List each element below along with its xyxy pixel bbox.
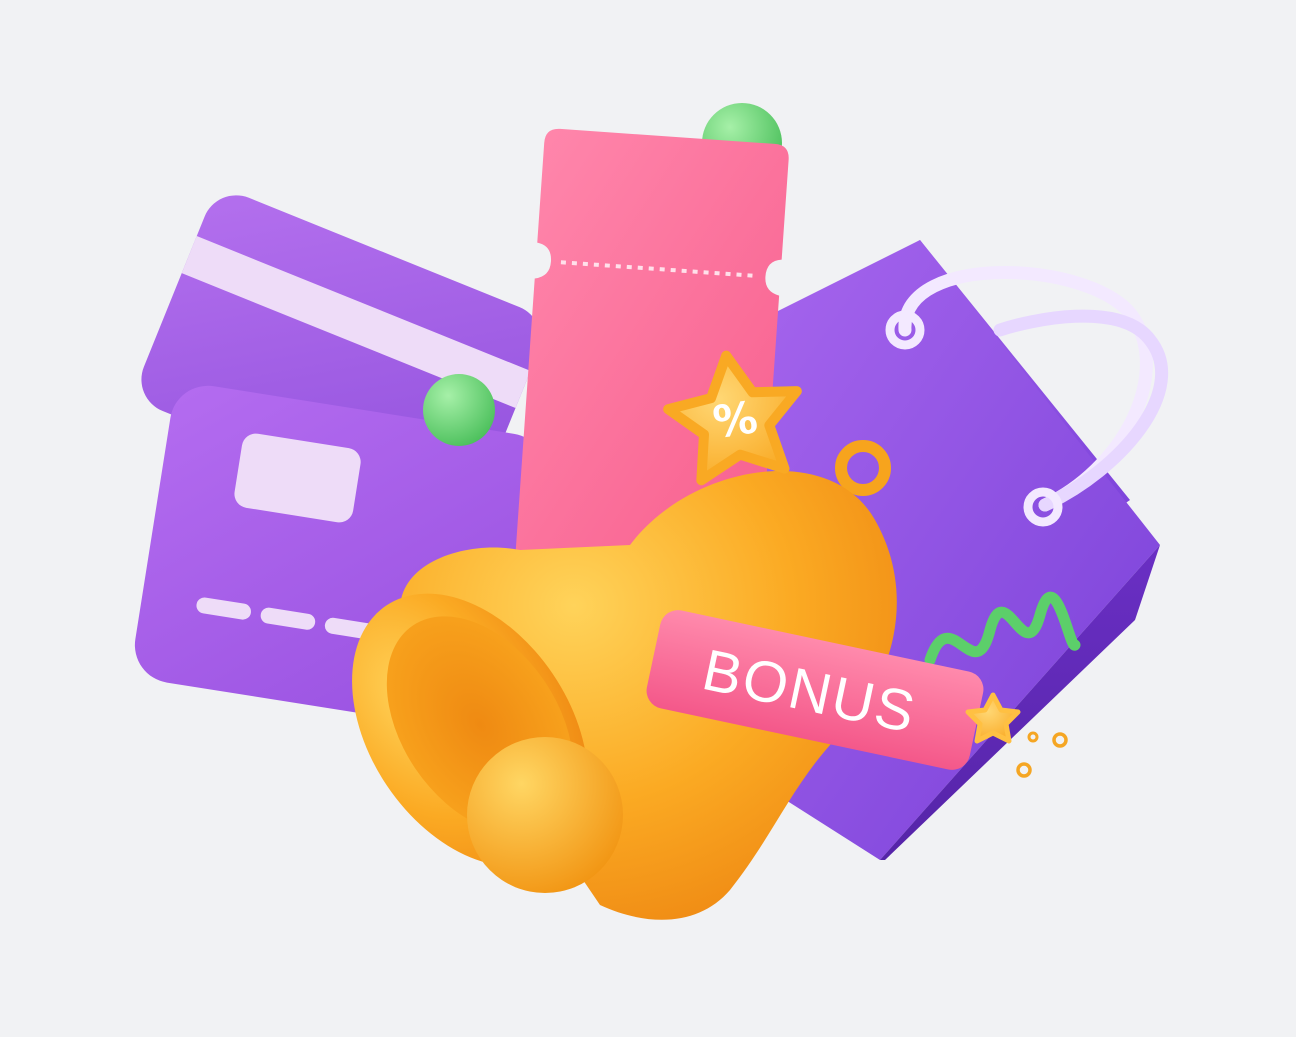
percent-label: % — [710, 392, 761, 449]
confetti-dot-icon — [1016, 762, 1032, 778]
confetti-dot-icon — [1027, 731, 1039, 743]
promo-illustration: % BONUS — [0, 0, 1296, 1037]
promo-illustration-svg: % BONUS — [134, 103, 1169, 920]
confetti-dot-icon — [1052, 732, 1068, 748]
green-ball-icon — [423, 374, 495, 446]
bell-clapper — [467, 737, 623, 893]
